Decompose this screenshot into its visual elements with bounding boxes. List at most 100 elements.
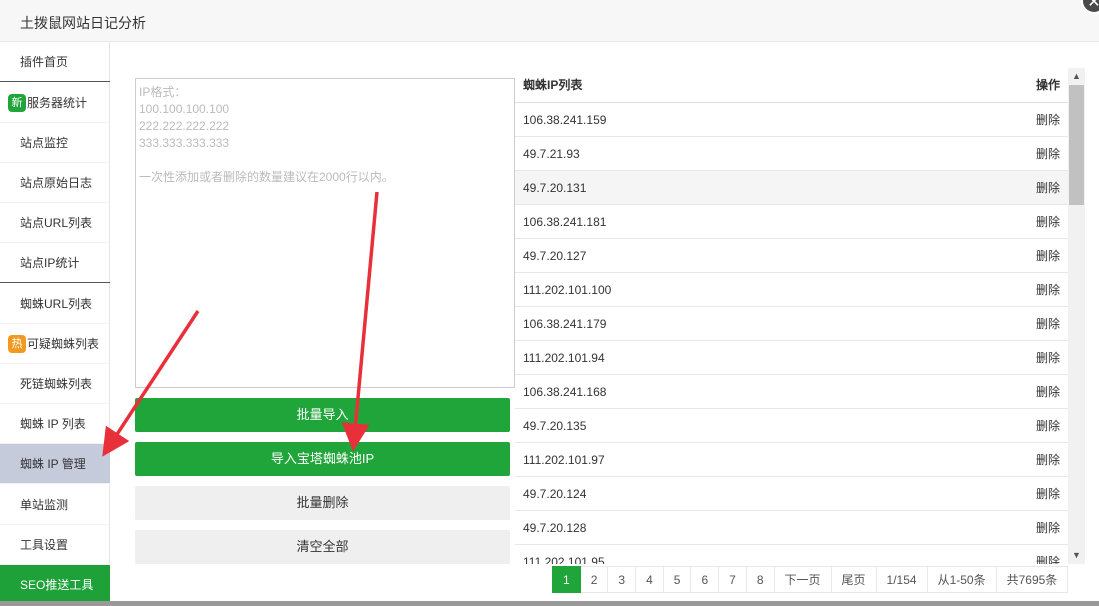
scroll-thumb[interactable]	[1069, 85, 1084, 205]
table-row: 49.7.20.127 删除	[515, 239, 1068, 273]
table-row: 106.38.241.181 删除	[515, 205, 1068, 239]
sidebar-item-spider-ip-list[interactable]: 蜘蛛 IP 列表	[0, 404, 110, 444]
clear-all-button[interactable]: 清空全部	[135, 530, 510, 564]
ip-cell: 106.38.241.159	[523, 113, 607, 127]
last-page-button[interactable]: 尾页	[831, 566, 877, 593]
ip-cell: 111.202.101.95	[523, 555, 605, 564]
table-row: 49.7.20.124 删除	[515, 477, 1068, 511]
delete-link[interactable]: 删除	[1036, 205, 1060, 239]
sidebar-item-plugin-home[interactable]: 插件首页	[0, 42, 110, 82]
sidebar-item-seo-push-tool[interactable]: SEO推送工具	[0, 565, 110, 605]
sidebar-item-label: 蜘蛛 IP 管理	[20, 457, 86, 471]
sidebar-item-spider-url-list[interactable]: 蜘蛛URL列表	[0, 284, 110, 324]
delete-link[interactable]: 删除	[1036, 239, 1060, 273]
table-row: 111.202.101.100 删除	[515, 273, 1068, 307]
delete-link[interactable]: 删除	[1036, 477, 1060, 511]
sidebar-item-label: 站点IP统计	[20, 256, 80, 270]
delete-link[interactable]: 删除	[1036, 341, 1060, 375]
delete-link[interactable]: 删除	[1036, 307, 1060, 341]
batch-import-button[interactable]: 批量导入	[135, 398, 510, 432]
page-6[interactable]: 6	[691, 566, 720, 593]
delete-link[interactable]: 删除	[1036, 545, 1060, 564]
window-bottom-border	[0, 601, 1099, 606]
ip-input-textarea[interactable]	[135, 78, 515, 388]
page-3[interactable]: 3	[608, 566, 637, 593]
scroll-down-icon[interactable]: ▼	[1068, 547, 1085, 564]
ip-cell: 49.7.21.93	[523, 147, 580, 161]
sidebar-item-label: 站点URL列表	[20, 216, 93, 230]
delete-link[interactable]: 删除	[1036, 409, 1060, 443]
import-spider-pool-button[interactable]: 导入宝塔蜘蛛池IP	[135, 442, 510, 476]
sidebar: 插件首页 新服务器统计 站点监控 站点原始日志 站点URL列表 站点IP统计 蜘…	[0, 42, 110, 606]
sidebar-item-label: 插件首页	[20, 55, 69, 69]
ip-cell: 111.202.101.100	[523, 283, 612, 297]
scroll-up-icon[interactable]: ▲	[1068, 68, 1085, 85]
sidebar-item-site-monitor[interactable]: 站点监控	[0, 123, 110, 163]
table-row: 49.7.21.93 删除	[515, 137, 1068, 171]
sidebar-item-label: 工具设置	[20, 538, 69, 552]
sidebar-item-tool-settings[interactable]: 工具设置	[0, 525, 110, 565]
table-body: 106.38.241.159 删除 49.7.21.93 删除 49.7.20.131 删…	[515, 103, 1068, 564]
sidebar-item-label: 死链蜘蛛列表	[20, 377, 93, 391]
window-title: 土拨鼠网站日记分析	[20, 15, 146, 31]
sidebar-item-spider-ip-manage[interactable]: 蜘蛛 IP 管理	[0, 444, 110, 484]
delete-link[interactable]: 删除	[1036, 375, 1060, 409]
ip-cell: 111.202.101.94	[523, 351, 605, 365]
sidebar-item-label: 服务器统计	[27, 96, 88, 110]
ip-cell: 49.7.20.131	[523, 181, 587, 195]
delete-link[interactable]: 删除	[1036, 273, 1060, 307]
table-row: 111.202.101.97 删除	[515, 443, 1068, 477]
ip-cell: 49.7.20.128	[523, 521, 587, 535]
title-bar: 土拨鼠网站日记分析	[0, 0, 1099, 42]
sidebar-item-label: 站点监控	[20, 136, 69, 150]
page-5[interactable]: 5	[663, 566, 692, 593]
ip-cell: 111.202.101.97	[523, 453, 605, 467]
table-row: 106.38.241.179 删除	[515, 307, 1068, 341]
table-row: 111.202.101.95 删除	[515, 545, 1068, 564]
page-4[interactable]: 4	[636, 566, 664, 593]
delete-link[interactable]: 删除	[1036, 443, 1060, 477]
column-header-action: 操作	[1035, 78, 1060, 92]
sidebar-item-label: 蜘蛛URL列表	[20, 297, 93, 311]
sidebar-item-label: 蜘蛛 IP 列表	[20, 417, 86, 431]
table-row: 49.7.20.135 删除	[515, 409, 1068, 443]
page-7[interactable]: 7	[719, 566, 747, 593]
sidebar-item-dead-link-spiders[interactable]: 死链蜘蛛列表	[0, 364, 110, 404]
delete-link[interactable]: 删除	[1036, 103, 1060, 137]
table-row: 49.7.20.131 删除	[515, 171, 1068, 205]
delete-link[interactable]: 删除	[1036, 171, 1060, 205]
sidebar-item-server-stats[interactable]: 新服务器统计	[0, 83, 110, 123]
total-count: 共7695条	[996, 566, 1069, 593]
table-row: 49.7.20.128 删除	[515, 511, 1068, 545]
sidebar-item-site-url-list[interactable]: 站点URL列表	[0, 203, 110, 243]
page-range: 从1-50条	[927, 566, 997, 593]
ip-cell: 106.38.241.181	[523, 215, 607, 229]
hot-badge-icon: 热	[8, 334, 26, 353]
page-8[interactable]: 8	[746, 566, 775, 593]
new-badge-icon: 新	[8, 93, 26, 112]
ip-cell: 106.38.241.179	[523, 317, 607, 331]
table-scrollbar[interactable]: ▲ ▼	[1068, 68, 1085, 564]
sidebar-item-single-site-monitor[interactable]: 单站监测	[0, 485, 110, 525]
sidebar-item-label: 可疑蜘蛛列表	[27, 337, 100, 351]
next-page-button[interactable]: 下一页	[774, 566, 832, 593]
ip-cell: 106.38.241.168	[523, 385, 607, 399]
sidebar-item-label: 单站监测	[20, 498, 69, 512]
ip-cell: 49.7.20.127	[523, 249, 587, 263]
delete-link[interactable]: 删除	[1036, 511, 1060, 545]
sidebar-item-label: SEO推送工具	[20, 578, 94, 592]
column-header-ip: 蜘蛛IP列表	[523, 78, 583, 92]
sidebar-item-label: 站点原始日志	[20, 176, 93, 190]
batch-delete-button[interactable]: 批量删除	[135, 486, 510, 520]
sidebar-item-suspicious-spiders[interactable]: 热可疑蜘蛛列表	[0, 324, 110, 364]
sidebar-item-site-raw-log[interactable]: 站点原始日志	[0, 163, 110, 203]
spider-ip-table: 蜘蛛IP列表 操作 106.38.241.159 删除 49.7.21.93 删除 49…	[515, 68, 1068, 564]
page-2[interactable]: 2	[580, 566, 609, 593]
table-row: 106.38.241.168 删除	[515, 375, 1068, 409]
table-row: 111.202.101.94 删除	[515, 341, 1068, 375]
page-1[interactable]: 1	[552, 566, 581, 593]
ip-cell: 49.7.20.124	[523, 487, 587, 501]
sidebar-item-site-ip-stats[interactable]: 站点IP统计	[0, 243, 110, 283]
table-row: 106.38.241.159 删除	[515, 103, 1068, 137]
delete-link[interactable]: 删除	[1036, 137, 1060, 171]
